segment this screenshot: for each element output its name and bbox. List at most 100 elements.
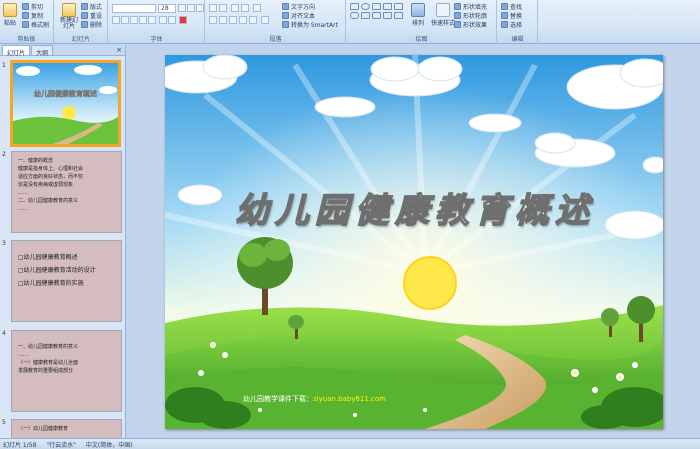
slide-thumbnail[interactable]: 一、幼儿园健康教育的意义 …… （一）健康教育是幼儿全面 发展教育的重要组成部分 (11, 330, 122, 412)
layout-button[interactable]: 版式 (81, 2, 102, 11)
slide-thumbnail[interactable]: □幼儿园健康教育概述 □幼儿园健康教育活动的设计 □幼儿园健康教育的实施 (11, 240, 122, 322)
find-button[interactable]: 查找 (501, 2, 522, 11)
text-direction-icon (282, 3, 289, 10)
format-painter-button[interactable]: 格式刷 (22, 20, 49, 29)
brace-shape[interactable] (383, 12, 392, 19)
footer-url: ziyuan.baby611.com (313, 395, 387, 403)
shapes-gallery[interactable] (350, 3, 406, 30)
replace-button[interactable]: 替换 (501, 11, 522, 20)
slide-thumbnail[interactable]: 一、健康的概念 健康是指身体上、心理和社会 适应方面的良好状态，而不仅 仅是没有… (11, 151, 122, 233)
paint-bucket-icon (454, 3, 461, 10)
decrease-indent-button[interactable] (231, 4, 239, 12)
drawing-group-label: 绘图 (415, 36, 428, 43)
thumbnail-text-line: 发展教育的重要组成部分 (18, 368, 74, 374)
slide-title[interactable]: 幼儿园健康教育概述 (195, 183, 635, 232)
increase-indent-button[interactable] (241, 4, 249, 12)
char-spacing-button[interactable] (159, 16, 167, 24)
oval-shape[interactable] (361, 3, 370, 10)
distribute-button[interactable] (249, 16, 257, 24)
drawing-group: 排列 快速样式 形状填充 形状轮廓 形状效果 绘图 (347, 0, 497, 44)
rounded-rect-shape[interactable] (350, 12, 359, 19)
cut-button[interactable]: 剪切 (22, 2, 43, 11)
justify-button[interactable] (239, 16, 247, 24)
thumbnail-text-line: 一、健康的概念 (18, 158, 54, 164)
copy-button[interactable]: 复制 (22, 11, 43, 20)
brush-icon (22, 21, 29, 28)
slide-thumbnail[interactable]: 幼儿园健康教育概述 (10, 60, 121, 147)
grow-font-button[interactable] (178, 4, 186, 12)
arrow-shape[interactable] (383, 3, 392, 10)
slide-background-art (165, 55, 663, 429)
slide-counter: 幻灯片 1/58 (3, 441, 37, 449)
paste-icon (3, 3, 17, 17)
thumbnail-text-line: …… (18, 206, 28, 212)
thumbnail-text-line: 健康是指身体上、心理和社会 (18, 166, 84, 172)
current-slide[interactable]: 幼儿园健康教育概述 幼儿园教学课件下载：ziyuan.baby611.com (165, 55, 663, 429)
shadow-button[interactable] (139, 16, 147, 24)
quick-styles-icon (436, 3, 450, 17)
bullets-button[interactable] (209, 4, 217, 12)
thumbnail-text-line: 仅是没有疾病或虚弱现象 (18, 182, 74, 188)
copy-icon (22, 12, 29, 19)
tab-slides[interactable]: 幻灯片 (2, 45, 31, 57)
font-color-button[interactable] (179, 16, 187, 24)
shape-effects-button[interactable]: 形状效果 (454, 20, 487, 29)
cursor-icon (501, 21, 508, 28)
slide-editor: 幼儿园健康教育概述 幼儿园教学课件下载：ziyuan.baby611.com (127, 45, 700, 438)
shape-fill-button[interactable]: 形状填充 (454, 2, 487, 11)
numbering-button[interactable] (219, 4, 227, 12)
new-slide-button[interactable]: 新建幻灯片 (58, 3, 80, 30)
tab-outline[interactable]: 大纲 (31, 45, 54, 57)
thumbnail-text-line: （一）幼儿园健康教育 (18, 426, 69, 432)
line-shape[interactable] (372, 3, 381, 10)
slide-number: 4 (2, 330, 6, 337)
language-indicator[interactable]: 中文(简体，中国) (86, 440, 133, 449)
shape-outline-button[interactable]: 形状轮廓 (454, 11, 487, 20)
strikethrough-button[interactable] (148, 16, 156, 24)
close-icon[interactable]: × (116, 45, 122, 55)
thumbnail-text-line: □幼儿园健康教育的实施 (18, 280, 84, 287)
thumbnail-text-line: 适应方面的良好状态，而不仅 (18, 174, 84, 180)
align-center-button[interactable] (219, 16, 227, 24)
slides-group-label: 幻灯片 (71, 36, 90, 43)
delete-slide-button[interactable]: 删除 (81, 20, 102, 29)
font-group-label: 字体 (150, 36, 163, 43)
layout-icon (81, 3, 88, 10)
select-button[interactable]: 选择 (501, 20, 522, 29)
ribbon: 粘贴 剪切 复制 格式刷 剪贴板 新建幻灯片 版式 重设 删除 幻灯片 28 字… (0, 0, 700, 44)
underline-button[interactable] (130, 16, 138, 24)
triangle-shape[interactable] (394, 3, 403, 10)
arrange-button[interactable]: 排列 (411, 3, 425, 27)
callout-shape[interactable] (372, 12, 381, 19)
rectangle-shape[interactable] (350, 3, 359, 10)
columns-button[interactable] (261, 16, 269, 24)
panel-tabs: 幻灯片 大纲 × (0, 45, 125, 57)
slide-thumbnail[interactable]: （一）幼儿园健康教育 (11, 419, 122, 438)
reset-button[interactable]: 重设 (81, 11, 102, 20)
replace-icon (501, 12, 508, 19)
align-right-button[interactable] (229, 16, 237, 24)
quick-styles-button[interactable]: 快速样式 (431, 3, 455, 27)
align-text-button[interactable]: 对齐文本 (282, 11, 315, 20)
bold-button[interactable] (112, 16, 120, 24)
new-slide-icon (62, 3, 76, 17)
theme-name: "行云流水" (46, 441, 76, 449)
align-text-icon (282, 12, 289, 19)
change-case-button[interactable] (168, 16, 176, 24)
align-left-button[interactable] (209, 16, 217, 24)
text-direction-button[interactable]: 文字方向 (282, 2, 315, 11)
editing-group: 查找 替换 选择 编辑 (498, 0, 538, 44)
delete-icon (81, 21, 88, 28)
clear-format-button[interactable] (196, 4, 204, 12)
star-shape[interactable] (361, 12, 370, 19)
italic-button[interactable] (121, 16, 129, 24)
slide-number: 3 (2, 240, 6, 247)
line-spacing-button[interactable] (253, 4, 261, 12)
paste-button[interactable]: 粘贴 (3, 3, 17, 27)
font-size-select[interactable]: 28 (158, 4, 176, 13)
shrink-font-button[interactable] (187, 4, 195, 12)
footer-text: 幼儿园教学课件下载： (243, 395, 313, 403)
font-family-select[interactable] (112, 4, 156, 13)
curve-shape[interactable] (394, 12, 403, 19)
smartart-button[interactable]: 转换为 SmartArt (282, 20, 338, 29)
